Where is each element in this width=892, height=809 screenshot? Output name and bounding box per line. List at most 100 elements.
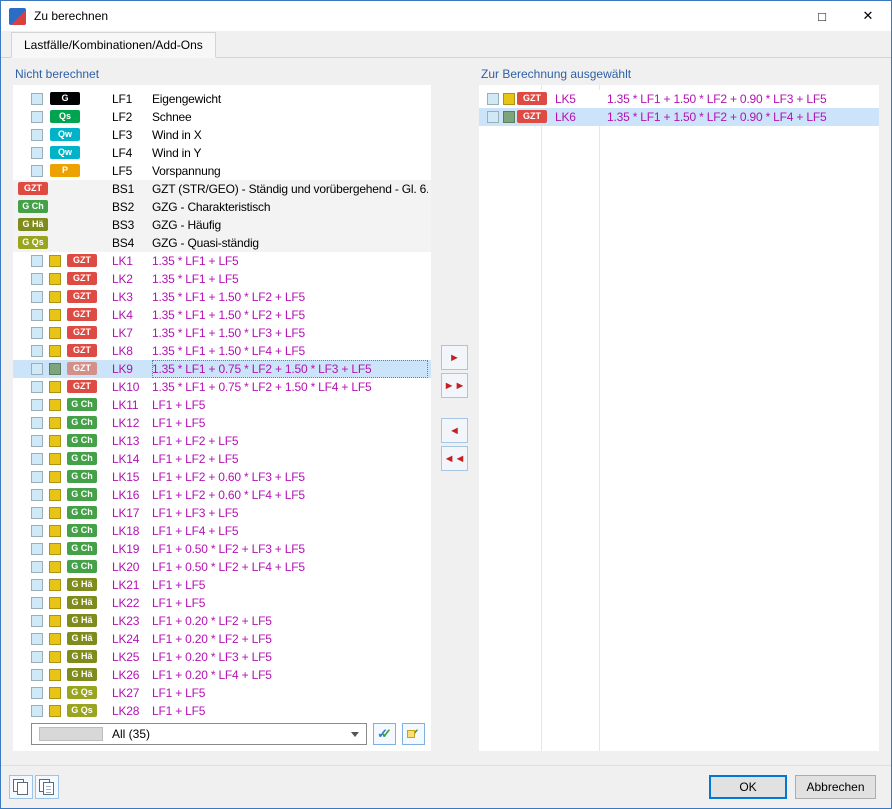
color-chip bbox=[31, 111, 43, 123]
row-id: LF2 bbox=[112, 110, 133, 124]
category-badge: GZT bbox=[67, 290, 97, 303]
close-icon[interactable]: ✕ bbox=[845, 1, 891, 31]
list-row-BS2[interactable]: G Ch BS2 GZG - Charakteristisch bbox=[13, 198, 431, 216]
list-row-LK2[interactable]: GZT LK2 1.35 * LF1 + LF5 bbox=[13, 270, 431, 288]
row-id: LF5 bbox=[112, 164, 133, 178]
row-id: LF3 bbox=[112, 128, 133, 142]
list-row-LK17[interactable]: G Ch LK17 LF1 + LF3 + LF5 bbox=[13, 504, 431, 522]
list-row-LF5[interactable]: P LF5 Vorspannung bbox=[13, 162, 431, 180]
list-row-LK8[interactable]: GZT LK8 1.35 * LF1 + 1.50 * LF4 + LF5 bbox=[13, 342, 431, 360]
color-chip bbox=[31, 129, 43, 141]
category-badge: G Ch bbox=[67, 506, 97, 519]
list-row-LK27[interactable]: G Qs LK27 LF1 + LF5 bbox=[13, 684, 431, 702]
row-description: LF1 + 0.20 * LF3 + LF5 bbox=[152, 650, 272, 664]
color-chip bbox=[49, 633, 61, 645]
list-row-LK9[interactable]: GZT LK9 1.35 * LF1 + 0.75 * LF2 + 1.50 * L… bbox=[13, 360, 431, 378]
maximize-icon[interactable]: □ bbox=[799, 1, 845, 31]
list-row-LK6[interactable]: GZT LK6 1.35 * LF1 + 1.50 * LF2 + 0.90 * L… bbox=[479, 108, 879, 126]
category-badge: G Ch bbox=[67, 398, 97, 411]
list-row-LF3[interactable]: Qw LF3 Wind in X bbox=[13, 126, 431, 144]
arrow-right-icon: ► bbox=[449, 351, 460, 364]
right-rows: GZT LK5 1.35 * LF1 + 1.50 * LF2 + 0.90 * L… bbox=[479, 85, 879, 126]
row-description: Vorspannung bbox=[152, 164, 221, 178]
list-row-LK24[interactable]: G Hä LK24 LF1 + 0.20 * LF2 + LF5 bbox=[13, 630, 431, 648]
list-row-LK5[interactable]: GZT LK5 1.35 * LF1 + 1.50 * LF2 + 0.90 * L… bbox=[479, 90, 879, 108]
color-chip bbox=[31, 345, 43, 357]
remove-button[interactable]: ◄ bbox=[441, 418, 468, 443]
color-chip bbox=[487, 93, 499, 105]
list-row-LK26[interactable]: G Hä LK26 LF1 + 0.20 * LF4 + LF5 bbox=[13, 666, 431, 684]
category-badge: G Hä bbox=[67, 578, 97, 591]
color-chip bbox=[49, 399, 61, 411]
row-id: LK19 bbox=[112, 542, 140, 556]
row-id: LF1 bbox=[112, 92, 133, 106]
copy-list-button[interactable] bbox=[35, 775, 59, 799]
category-badge: G Ch bbox=[67, 452, 97, 465]
row-id: LF4 bbox=[112, 146, 133, 160]
list-row-BS1[interactable]: GZT BS1 GZT (STR/GEO) - Ständig und vorübe… bbox=[13, 180, 431, 198]
right-panel-header: Zur Berechnung ausgewählt bbox=[481, 67, 632, 81]
list-row-LK14[interactable]: G Ch LK14 LF1 + LF2 + LF5 bbox=[13, 450, 431, 468]
row-id: LK17 bbox=[112, 506, 140, 520]
list-row-BS4[interactable]: G Qs BS4 GZG - Quasi-ständig bbox=[13, 234, 431, 252]
color-chip bbox=[49, 345, 61, 357]
category-badge: G bbox=[50, 92, 80, 105]
add-all-button[interactable]: ► ► bbox=[441, 373, 468, 398]
filter-combobox[interactable]: All (35) bbox=[31, 723, 367, 745]
list-row-LK4[interactable]: GZT LK4 1.35 * LF1 + 1.50 * LF2 + LF5 bbox=[13, 306, 431, 324]
color-chip bbox=[49, 525, 61, 537]
copy-button[interactable] bbox=[9, 775, 33, 799]
check-all-button[interactable]: ✓ ✓ bbox=[373, 723, 396, 745]
row-id: LK3 bbox=[112, 290, 133, 304]
category-badge: G Qs bbox=[67, 704, 97, 717]
add-button[interactable]: ► bbox=[441, 345, 468, 370]
ok-button[interactable]: OK bbox=[709, 775, 787, 799]
check-relevant-button[interactable]: ✓ bbox=[402, 723, 425, 745]
list-row-LK19[interactable]: G Ch LK19 LF1 + 0.50 * LF2 + LF3 + LF5 bbox=[13, 540, 431, 558]
tab-lastfaelle-kombinationen-addons[interactable]: Lastfälle/Kombinationen/Add-Ons bbox=[11, 32, 216, 58]
row-id: LK4 bbox=[112, 308, 133, 322]
remove-all-button[interactable]: ◄ ◄ bbox=[441, 446, 468, 471]
list-row-LK11[interactable]: G Ch LK11 LF1 + LF5 bbox=[13, 396, 431, 414]
category-badge: G Hä bbox=[18, 218, 48, 231]
list-row-LK16[interactable]: G Ch LK16 LF1 + LF2 + 0.60 * LF4 + LF5 bbox=[13, 486, 431, 504]
list-row-LK23[interactable]: G Hä LK23 LF1 + 0.20 * LF2 + LF5 bbox=[13, 612, 431, 630]
dialog-zu-berechnen: Zu berechnen □ ✕ Lastfälle/Kombinationen… bbox=[0, 0, 892, 809]
category-badge: G Hä bbox=[67, 668, 97, 681]
list-row-LK10[interactable]: GZT LK10 1.35 * LF1 + 0.75 * LF2 + 1.50 * … bbox=[13, 378, 431, 396]
list-row-LK25[interactable]: G Hä LK25 LF1 + 0.20 * LF3 + LF5 bbox=[13, 648, 431, 666]
list-row-LK12[interactable]: G Ch LK12 LF1 + LF5 bbox=[13, 414, 431, 432]
list-row-LK21[interactable]: G Hä LK21 LF1 + LF5 bbox=[13, 576, 431, 594]
list-row-LK18[interactable]: G Ch LK18 LF1 + LF4 + LF5 bbox=[13, 522, 431, 540]
list-row-LK20[interactable]: G Ch LK20 LF1 + 0.50 * LF2 + LF4 + LF5 bbox=[13, 558, 431, 576]
column-separator bbox=[541, 85, 542, 751]
list-row-LK3[interactable]: GZT LK3 1.35 * LF1 + 1.50 * LF2 + LF5 bbox=[13, 288, 431, 306]
selected-for-calculation-list: GZT LK5 1.35 * LF1 + 1.50 * LF2 + 0.90 * L… bbox=[479, 85, 879, 751]
list-row-LK13[interactable]: G Ch LK13 LF1 + LF2 + LF5 bbox=[13, 432, 431, 450]
color-chip bbox=[49, 417, 61, 429]
row-description: 1.35 * LF1 + LF5 bbox=[152, 272, 239, 286]
list-row-LK1[interactable]: GZT LK1 1.35 * LF1 + LF5 bbox=[13, 252, 431, 270]
copy-icon bbox=[17, 782, 28, 795]
color-chip bbox=[49, 309, 61, 321]
list-row-LF2[interactable]: Qs LF2 Schnee bbox=[13, 108, 431, 126]
list-row-BS3[interactable]: G Hä BS3 GZG - Häufig bbox=[13, 216, 431, 234]
row-description: Wind in Y bbox=[152, 146, 202, 160]
list-row-LK7[interactable]: GZT LK7 1.35 * LF1 + 1.50 * LF3 + LF5 bbox=[13, 324, 431, 342]
color-chip bbox=[49, 705, 61, 717]
row-id: LK21 bbox=[112, 578, 140, 592]
filter-color-swatch bbox=[39, 727, 103, 741]
category-badge: Qw bbox=[50, 146, 80, 159]
list-row-LK15[interactable]: G Ch LK15 LF1 + LF2 + 0.60 * LF3 + LF5 bbox=[13, 468, 431, 486]
color-chip bbox=[49, 471, 61, 483]
list-row-LK28[interactable]: G Qs LK28 LF1 + LF5 bbox=[13, 702, 431, 720]
color-chip bbox=[31, 93, 43, 105]
cancel-button[interactable]: Abbrechen bbox=[795, 775, 876, 799]
color-chip bbox=[31, 615, 43, 627]
category-badge: Qs bbox=[50, 110, 80, 123]
category-badge: Qw bbox=[50, 128, 80, 141]
color-chip bbox=[503, 93, 515, 105]
list-row-LK22[interactable]: G Hä LK22 LF1 + LF5 bbox=[13, 594, 431, 612]
list-row-LF4[interactable]: Qw LF4 Wind in Y bbox=[13, 144, 431, 162]
list-row-LF1[interactable]: G LF1 Eigengewicht bbox=[13, 90, 431, 108]
